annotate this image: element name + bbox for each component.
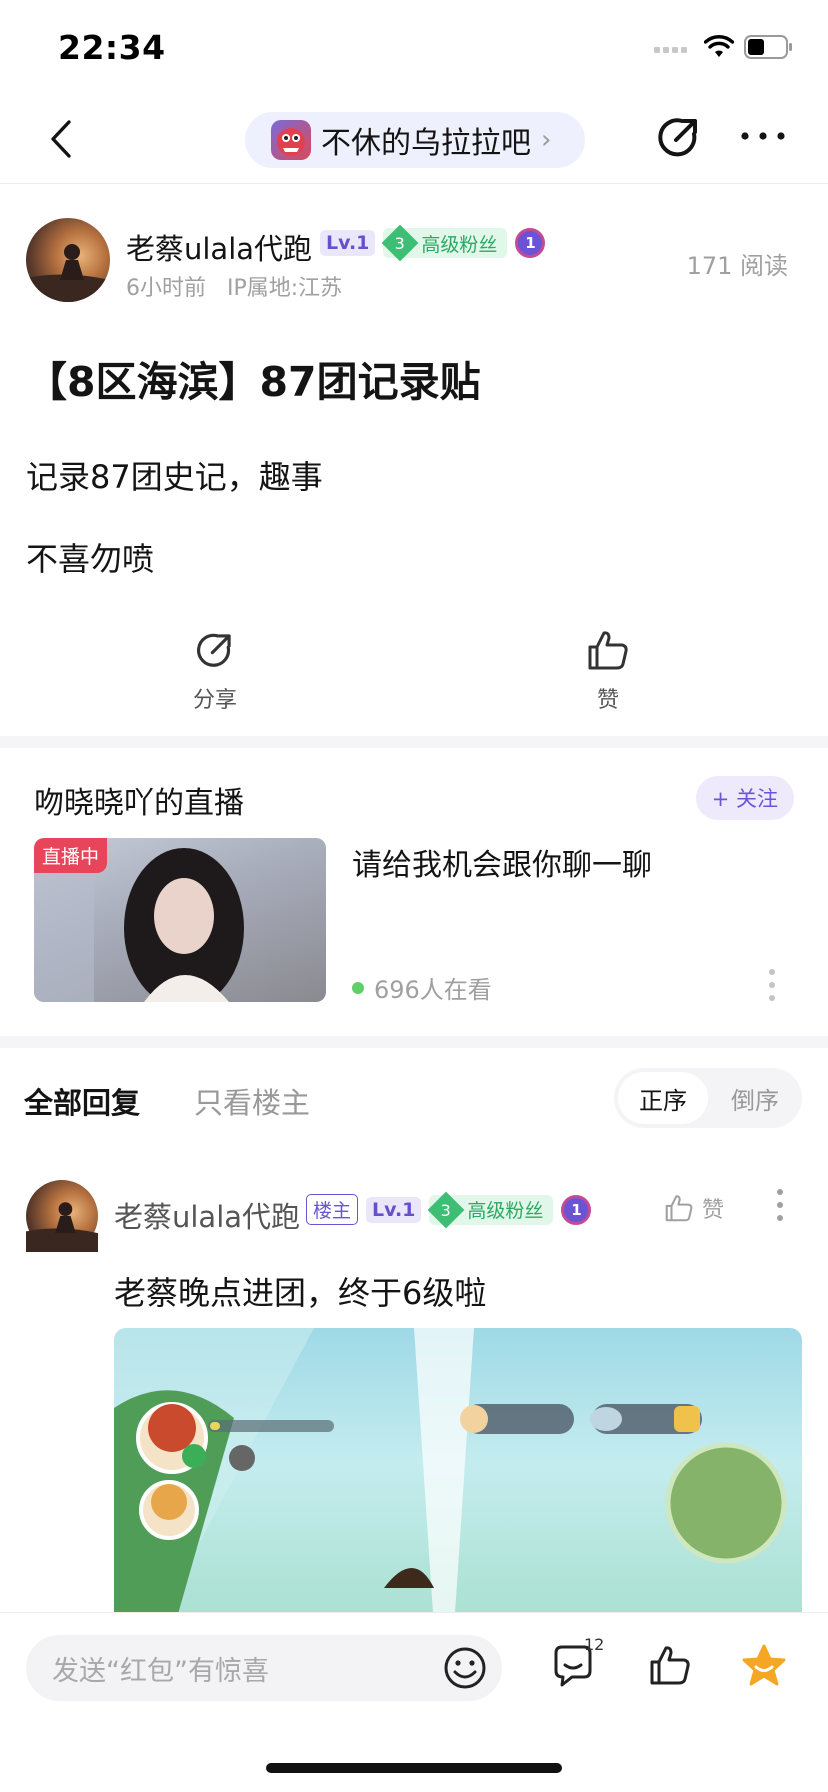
reply-text: 老蔡晚点进团，终于6级啦 [114, 1274, 487, 1312]
bottom-bar: 发送“红包”有惊喜 12 [0, 1612, 828, 1792]
fan-level: 3 [441, 1200, 452, 1219]
fan-level-icon: 3 [428, 1191, 465, 1228]
medal-icon: 1 [561, 1194, 592, 1225]
medal-number: 1 [571, 1200, 582, 1219]
read-count: 171 阅读 [686, 252, 788, 280]
follow-button[interactable]: + 关注 [695, 776, 794, 820]
back-button[interactable] [36, 114, 86, 164]
more-vertical-icon [777, 1189, 783, 1221]
live-description: 请给我机会跟你聊一聊 [352, 848, 652, 883]
like-action[interactable]: 赞 [558, 628, 658, 714]
live-dot-icon [352, 981, 364, 994]
status-time: 22:34 [58, 28, 166, 67]
live-card[interactable]: 吻晓晓吖的直播 + 关注 直播中 请给我机会跟你聊一聊 696人在看 [0, 748, 828, 1038]
top-nav: 不休的乌拉拉吧 › [0, 96, 828, 184]
sort-descending-button[interactable]: 倒序 [712, 1072, 798, 1124]
forum-link[interactable]: 不休的乌拉拉吧 › [245, 112, 585, 168]
more-icon [741, 132, 785, 140]
battery-icon [744, 34, 794, 64]
live-thumbnail[interactable]: 直播中 [34, 838, 326, 1002]
chevron-left-icon [51, 120, 71, 158]
level-badge: Lv.1 [320, 230, 376, 256]
emoji-button[interactable] [442, 1645, 488, 1695]
wifi-icon [703, 35, 735, 63]
medal-number: 1 [525, 234, 536, 252]
more-vertical-icon [769, 969, 775, 1001]
post-body-line: 记录87团史记，趣事 [26, 458, 323, 496]
reply-like-button[interactable]: 赞 [664, 1192, 724, 1224]
live-tag: 直播中 [34, 838, 108, 873]
fan-level: 3 [395, 233, 406, 253]
reply-badges: 楼主 Lv.1 3 高级粉丝 1 [306, 1191, 592, 1228]
viewer-count: 696人在看 [352, 970, 492, 1005]
tab-all-replies[interactable]: 全部回复 [24, 1080, 140, 1122]
share-label: 分享 [192, 688, 237, 713]
chevron-right-icon: › [541, 125, 552, 155]
post-title: 【8区海滨】87团记录贴 [26, 358, 481, 406]
medal-icon: 1 [515, 228, 546, 258]
reply-author[interactable]: 老蔡ulala代跑 [114, 1194, 300, 1236]
reply-input[interactable]: 发送“红包”有惊喜 [26, 1635, 502, 1701]
emoji-icon [444, 1647, 486, 1689]
more-button[interactable] [740, 126, 786, 145]
signal-icon [654, 40, 694, 59]
owner-badge: 楼主 [306, 1194, 359, 1225]
author-avatar[interactable] [26, 218, 110, 302]
sort-ascending-button[interactable]: 正序 [618, 1072, 708, 1124]
star-icon [742, 1644, 786, 1686]
share-button[interactable] [654, 112, 704, 166]
reply-like-label: 赞 [702, 1198, 725, 1223]
thumbs-up-icon [650, 1646, 690, 1685]
ip-location: IP属地:江苏 [227, 276, 343, 301]
author-badges: Lv.1 3 高级粉丝 1 [320, 224, 546, 262]
fan-badge: 3 高级粉丝 [428, 1191, 554, 1228]
section-divider [0, 1036, 828, 1048]
thumbs-up-icon [588, 631, 628, 670]
favorite-button[interactable] [740, 1643, 788, 1693]
forum-name: 不休的乌拉拉吧 [321, 126, 531, 161]
reply-tabs: 全部回复 只看楼主 正序 倒序 [0, 1050, 828, 1146]
post-header: 老蔡ulala代跑 Lv.1 3 高级粉丝 1 6小时前 IP属地:江苏 171… [26, 214, 802, 304]
home-indicator [266, 1763, 562, 1773]
status-icons [654, 34, 794, 64]
post-actions: 分享 赞 [0, 628, 828, 728]
fan-label: 高级粉丝 [467, 1200, 544, 1222]
post-meta: 6小时前 IP属地:江苏 [126, 270, 356, 302]
share-icon [658, 118, 697, 157]
level-badge: Lv.1 [366, 1196, 422, 1223]
post-body-line: 不喜勿喷 [26, 540, 155, 578]
reply-more-button[interactable] [776, 1188, 784, 1226]
live-title: 吻晓晓吖的直播 [34, 786, 244, 821]
status-bar: 22:34 [0, 0, 828, 96]
tab-op-only[interactable]: 只看楼主 [194, 1080, 310, 1122]
reply-avatar[interactable] [26, 1180, 98, 1252]
comment-count: 12 [584, 1635, 605, 1654]
forum-avatar [271, 120, 311, 160]
fan-badge: 3 高级粉丝 [382, 224, 508, 262]
sort-toggle: 正序 倒序 [614, 1068, 802, 1128]
fan-level-icon: 3 [382, 224, 419, 262]
share-action[interactable]: 分享 [165, 628, 265, 714]
section-divider [0, 736, 828, 748]
share-icon [196, 633, 231, 667]
live-more-button[interactable] [768, 968, 776, 1006]
author-name[interactable]: 老蔡ulala代跑 [126, 226, 312, 268]
reply-image[interactable] [114, 1328, 802, 1628]
viewer-count-text: 696人在看 [374, 976, 492, 1004]
reply-item: 老蔡ulala代跑 楼主 Lv.1 3 高级粉丝 1 赞 老蔡晚点进团，终于6级… [0, 1174, 828, 1628]
thumbs-up-icon [665, 1195, 693, 1222]
fan-label: 高级粉丝 [421, 233, 498, 256]
like-label: 赞 [596, 688, 619, 713]
like-button[interactable] [648, 1643, 692, 1691]
post-time: 6小时前 [126, 276, 206, 301]
